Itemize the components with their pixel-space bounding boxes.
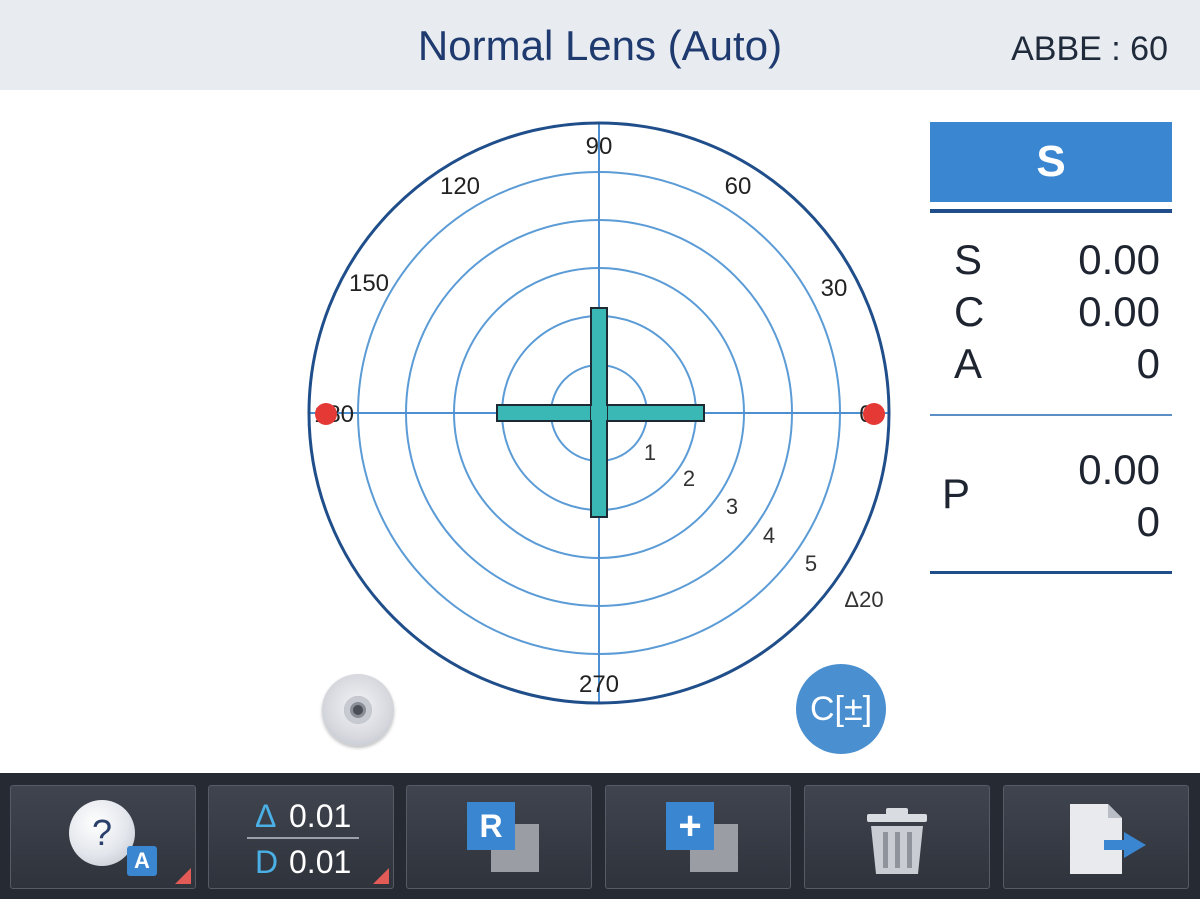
angle-label-90: 90 bbox=[586, 133, 613, 160]
exit-button[interactable] bbox=[1003, 785, 1189, 889]
ring-label-3: 3 bbox=[726, 494, 738, 519]
axis-label: A bbox=[954, 340, 983, 387]
ring-label-5: 5 bbox=[805, 551, 817, 576]
angle-label-150: 150 bbox=[349, 270, 389, 297]
panel-divider bbox=[930, 571, 1172, 574]
prism-base-value: 0 bbox=[1136, 498, 1160, 545]
prism-step: Δ 0.01 bbox=[255, 798, 351, 835]
left-marker-dot bbox=[315, 403, 337, 425]
panel-divider bbox=[930, 209, 1172, 213]
prism-step-value: 0.01 bbox=[289, 798, 352, 834]
export-icon bbox=[1070, 804, 1146, 874]
cylinder-label: C bbox=[954, 288, 985, 335]
trash-icon bbox=[867, 808, 927, 874]
eyepoint-button[interactable] bbox=[322, 674, 394, 746]
d-symbol: D bbox=[255, 844, 279, 880]
diopter-step-value: 0.01 bbox=[289, 844, 352, 880]
r-icon: R bbox=[467, 802, 515, 850]
cylinder-sign-button[interactable]: C[±] bbox=[796, 664, 886, 754]
right-marker-dot bbox=[863, 403, 885, 425]
diopter-step: D 0.01 bbox=[255, 844, 351, 881]
add-value-button[interactable]: + bbox=[605, 785, 791, 889]
prism-label: P bbox=[942, 470, 971, 517]
help-badge: A bbox=[127, 846, 157, 876]
step-setting-button[interactable]: Δ 0.01 D 0.01 bbox=[208, 785, 394, 889]
plus-icon: + bbox=[666, 802, 714, 850]
axis-value: 0 bbox=[1136, 340, 1160, 387]
cylinder-row: C 0.00 bbox=[930, 288, 1172, 340]
angle-label-60: 60 bbox=[725, 173, 752, 200]
panel-divider bbox=[930, 414, 1172, 416]
s-mode-tab[interactable]: S bbox=[930, 122, 1172, 202]
axis-row: A 0 bbox=[930, 340, 1172, 392]
question-icon: ? bbox=[69, 800, 135, 866]
angle-label-270: 270 bbox=[579, 671, 619, 698]
ring-label-2: 2 bbox=[683, 466, 695, 491]
ring-label-4: 4 bbox=[763, 523, 775, 548]
sphere-value: 0.00 bbox=[1078, 236, 1160, 283]
prism-value: 0.00 bbox=[1078, 446, 1160, 493]
cross-center bbox=[591, 406, 607, 420]
sphere-label: S bbox=[954, 236, 983, 283]
scale-label: Δ20 bbox=[844, 587, 883, 612]
delta-symbol: Δ bbox=[255, 798, 277, 834]
help-auto-button[interactable]: ? A bbox=[10, 785, 196, 889]
angle-label-30: 30 bbox=[821, 275, 848, 302]
cylinder-value: 0.00 bbox=[1078, 288, 1160, 335]
delete-button[interactable] bbox=[804, 785, 990, 889]
angle-label-120: 120 bbox=[440, 173, 480, 200]
right-lens-button[interactable]: R bbox=[406, 785, 592, 889]
ring-label-1: 1 bbox=[644, 440, 656, 465]
sphere-row: S 0.00 bbox=[930, 236, 1172, 288]
